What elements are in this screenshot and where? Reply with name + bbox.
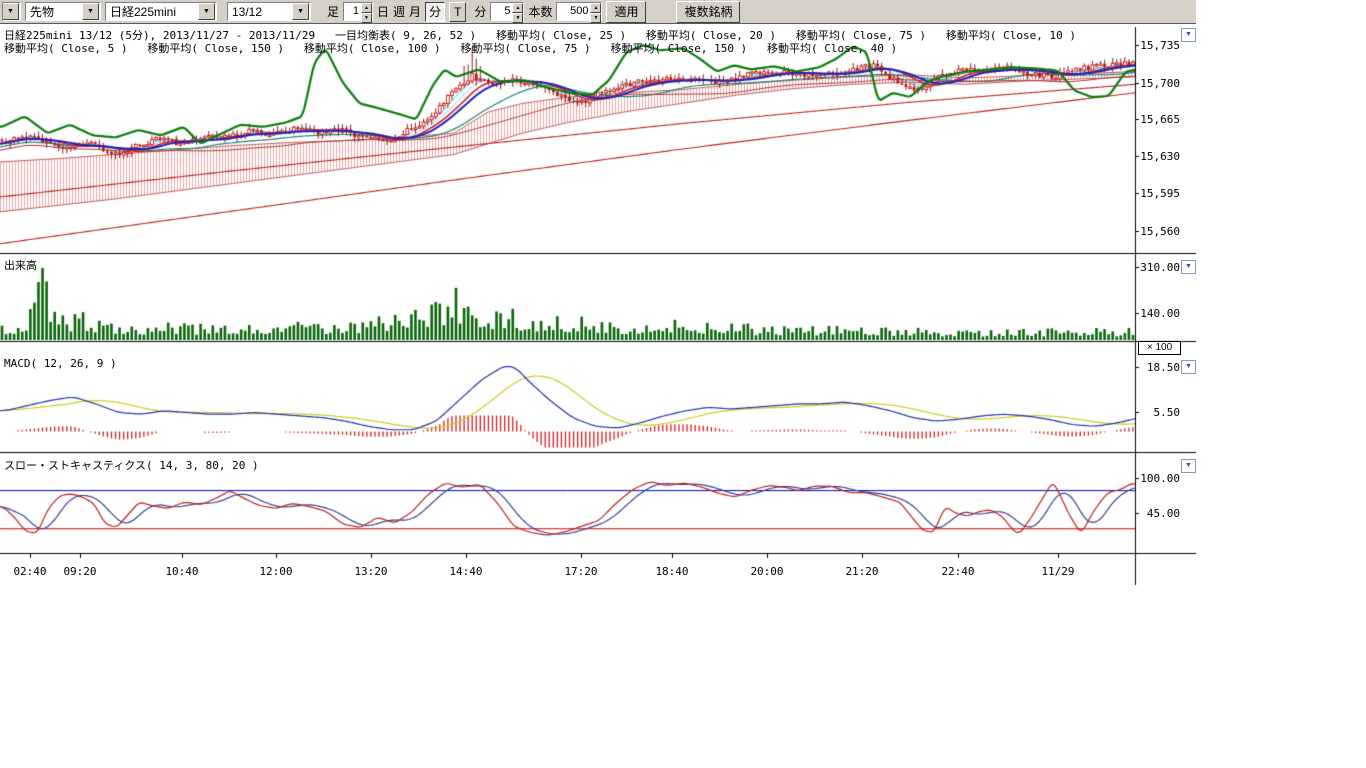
bar-interval-input[interactable]: 1 ▲ ▼ — [343, 2, 373, 21]
time-tick-label: 18:40 — [648, 565, 696, 578]
volume-panel-label: 出来高 — [4, 257, 37, 273]
contract-select-value: 13/12 — [232, 5, 262, 19]
count-label: 本数 — [528, 3, 552, 20]
macd-panel-label: MACD( 12, 26, 9 ) — [4, 357, 117, 370]
symbol-select-value: 日経225mini — [110, 3, 176, 20]
spin-down-icon[interactable]: ▼ — [512, 13, 523, 23]
time-tick-label: 09:20 — [56, 565, 104, 578]
price-axis-tick: 15,630 — [1138, 150, 1180, 163]
time-tick-label: 14:40 — [442, 565, 490, 578]
minute-value: 5 — [491, 3, 512, 20]
apply-button[interactable]: 適用 — [606, 1, 646, 23]
spin-down-icon[interactable]: ▼ — [361, 13, 372, 23]
contract-select[interactable]: 13/12 ▼ — [227, 2, 311, 21]
time-tick-label: 11/29 — [1034, 565, 1082, 578]
price-axis-tick: 15,595 — [1138, 187, 1180, 200]
bar-interval-value: 1 — [344, 3, 361, 20]
dropdown-arrow-icon: ▼ — [292, 3, 309, 20]
spin-down-icon[interactable]: ▼ — [590, 13, 601, 23]
price-axis-tick: 15,700 — [1138, 77, 1180, 90]
market-select-value: 先物 — [30, 3, 54, 20]
price-axis-tick: 15,560 — [1138, 225, 1180, 238]
time-tick-label: 13:20 — [347, 565, 395, 578]
collapse-combo[interactable]: ▼ — [2, 2, 21, 21]
time-tick-label: 21:20 — [838, 565, 886, 578]
stoch-panel-scroll-button[interactable]: ▼ — [1181, 459, 1196, 473]
dropdown-arrow-icon: ▼ — [198, 3, 215, 20]
minute-input[interactable]: 5 ▲ ▼ — [490, 2, 524, 21]
macd-panel-scroll-button[interactable]: ▼ — [1181, 360, 1196, 374]
stoch-axis-tick: 100.00 — [1138, 472, 1180, 485]
spin-up-icon[interactable]: ▲ — [590, 3, 601, 13]
tick-button[interactable]: T — [449, 2, 466, 22]
toolbar: ▼ 先物 ▼ 日経225mini ▼ 13/12 ▼ 足 1 ▲ ▼ 日 週 月… — [0, 0, 1196, 24]
chart-legend-line2: 移動平均( Close, 5 ) 移動平均( Close, 150 ) 移動平均… — [4, 40, 897, 56]
chart-canvas[interactable] — [0, 0, 1196, 592]
dropdown-arrow-icon: ▼ — [2, 3, 19, 20]
spin-up-icon[interactable]: ▲ — [361, 3, 372, 13]
multi-symbol-button[interactable]: 複数銘柄 — [676, 1, 740, 23]
period-month-button[interactable]: 月 — [409, 3, 421, 20]
stoch-axis-tick: 45.00 — [1138, 507, 1180, 520]
macd-axis-tick: 5.50 — [1138, 406, 1180, 419]
time-tick-label: 10:40 — [158, 565, 206, 578]
macd-axis-tick: 18.50 — [1138, 361, 1180, 374]
market-select[interactable]: 先物 ▼ — [25, 2, 101, 21]
time-tick-label: 22:40 — [934, 565, 982, 578]
app-window: ▼ 先物 ▼ 日経225mini ▼ 13/12 ▼ 足 1 ▲ ▼ 日 週 月… — [0, 0, 1366, 768]
time-tick-label: 20:00 — [743, 565, 791, 578]
bar-label: 足 — [327, 3, 339, 20]
time-tick-label: 17:20 — [557, 565, 605, 578]
period-minute-button[interactable]: 分 — [425, 2, 445, 22]
time-tick-label: 02:40 — [6, 565, 54, 578]
dropdown-arrow-icon: ▼ — [82, 3, 99, 20]
price-panel-scroll-button[interactable]: ▼ — [1181, 28, 1196, 42]
symbol-select[interactable]: 日経225mini ▼ — [105, 2, 217, 21]
time-tick-label: 12:00 — [252, 565, 300, 578]
volume-axis-tick: 310.00 — [1138, 261, 1180, 274]
price-axis-tick: 15,665 — [1138, 113, 1180, 126]
count-input[interactable]: 500 ▲ ▼ — [556, 2, 602, 21]
spin-up-icon[interactable]: ▲ — [512, 3, 523, 13]
period-day-button[interactable]: 日 — [377, 3, 389, 20]
volume-axis-tick: 140.00 — [1138, 307, 1180, 320]
minute-label: 分 — [474, 3, 486, 20]
stoch-panel-label: スロー・ストキャスティクス( 14, 3, 80, 20 ) — [4, 457, 259, 473]
count-value: 500 — [557, 3, 590, 20]
volume-multiplier-badge: × 100 — [1138, 341, 1181, 355]
volume-panel-scroll-button[interactable]: ▼ — [1181, 260, 1196, 274]
price-axis-tick: 15,735 — [1138, 39, 1180, 52]
period-week-button[interactable]: 週 — [393, 3, 405, 20]
